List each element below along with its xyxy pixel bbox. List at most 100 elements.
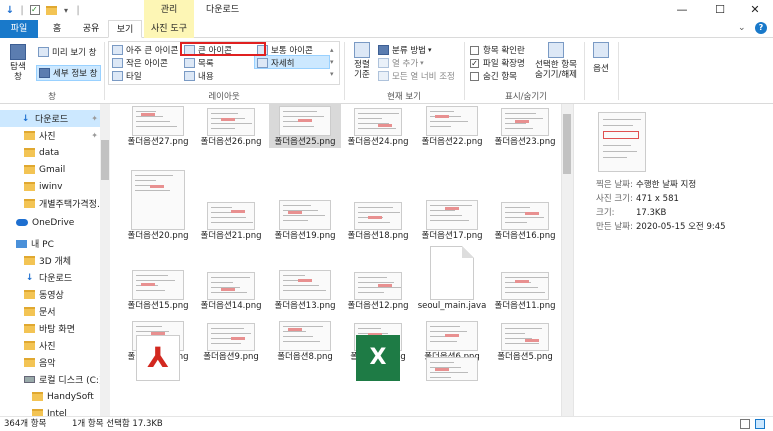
sidebar-item[interactable]: 사진 ✦ bbox=[0, 127, 100, 144]
size-all-columns-button[interactable]: 모든 열 너비 조정 bbox=[378, 70, 455, 82]
sidebar-item[interactable]: Intel bbox=[0, 405, 100, 416]
file-item[interactable]: ⅄ bbox=[122, 335, 194, 381]
sidebar-item[interactable]: 내 PC bbox=[0, 235, 100, 252]
preview-pane-label: 미리 보기 창 bbox=[52, 48, 97, 58]
nav-scrollbar-thumb[interactable] bbox=[101, 140, 109, 180]
layout-extra-large-icons[interactable]: 아주 큰 아이콘 bbox=[112, 44, 178, 56]
close-button[interactable]: ✕ bbox=[737, 0, 773, 20]
image-thumbnail bbox=[207, 108, 255, 136]
sidebar-item[interactable]: 개별주택가격정. bbox=[0, 195, 100, 212]
nav-pane-icon bbox=[10, 44, 26, 60]
file-item[interactable]: 폴더옵션15.png bbox=[122, 234, 194, 312]
sidebar-item[interactable]: 사진 bbox=[0, 337, 100, 354]
nav-pane-label: 탐색 창 bbox=[10, 62, 26, 82]
sidebar-item[interactable]: data bbox=[0, 144, 100, 161]
sidebar-item[interactable]: ↓ 다운로드 ✦ bbox=[0, 110, 100, 127]
new-folder-icon[interactable] bbox=[44, 3, 58, 17]
layout-list[interactable]: 목록 bbox=[184, 57, 214, 69]
details-view-icon[interactable] bbox=[740, 419, 750, 429]
large-icons-view-icon[interactable] bbox=[755, 419, 765, 429]
download-arrow-icon: ↓ bbox=[5, 4, 15, 16]
sidebar-item[interactable]: 로컬 디스크 (C:) bbox=[0, 371, 100, 388]
gallery-scroll-icon[interactable]: ▴ ▾ ▾ bbox=[330, 44, 334, 80]
layout-small-icons[interactable]: 작은 아이콘 bbox=[112, 57, 168, 69]
options-label: 옵션 bbox=[593, 64, 609, 74]
tab-home[interactable]: 홈 bbox=[42, 20, 72, 38]
content-scrollbar-thumb[interactable] bbox=[563, 114, 571, 174]
options-button[interactable]: 옵션 bbox=[590, 42, 612, 84]
file-item[interactable]: 폴더옵션19.png bbox=[269, 156, 341, 242]
file-item[interactable]: 폴더옵션5.png bbox=[489, 305, 561, 363]
file-item[interactable]: 폴더옵션25.png bbox=[269, 104, 341, 148]
file-item[interactable]: 폴더옵션21.png bbox=[195, 156, 267, 242]
file-extensions-toggle[interactable]: ✓ 파일 확장명 bbox=[470, 57, 525, 69]
folder-icon bbox=[32, 392, 43, 401]
sidebar-item[interactable]: 음악 bbox=[0, 354, 100, 371]
file-item[interactable]: 폴더옵션16.png bbox=[489, 156, 561, 242]
preview-pane-button[interactable]: 미리 보기 창 bbox=[38, 46, 97, 58]
file-item[interactable]: 폴더옵션27.png bbox=[122, 104, 194, 148]
hidden-items-toggle[interactable]: 숨긴 항목 bbox=[470, 70, 517, 82]
file-item[interactable]: 폴더옵션26.png bbox=[195, 104, 267, 148]
options-icon bbox=[593, 42, 609, 58]
file-item[interactable]: 폴더옵션20.png bbox=[122, 156, 194, 242]
sidebar-item[interactable]: ↓ 다운로드 bbox=[0, 269, 100, 286]
layout-content[interactable]: 내용 bbox=[184, 70, 214, 82]
sidebar-item[interactable]: Gmail bbox=[0, 161, 100, 178]
file-item[interactable]: 폴더옵션12.png bbox=[342, 234, 414, 312]
tab-file[interactable]: 파일 bbox=[0, 20, 38, 38]
sidebar-item[interactable]: HandySoft bbox=[0, 388, 100, 405]
sidebar-item[interactable]: 문서 bbox=[0, 303, 100, 320]
status-bar: 364개 항목 1개 항목 선택함 17.3KB bbox=[0, 416, 773, 431]
sidebar-item[interactable]: 동영상 bbox=[0, 286, 100, 303]
sidebar-item[interactable]: iwinv bbox=[0, 178, 100, 195]
layout-tiles[interactable]: 타일 bbox=[112, 70, 142, 82]
sidebar-item[interactable]: OneDrive bbox=[0, 214, 100, 231]
file-item[interactable]: 폴더옵션23.png bbox=[489, 104, 561, 148]
manage-tab[interactable]: 관리 bbox=[144, 0, 194, 20]
layout-details[interactable]: 자세히 bbox=[257, 57, 294, 69]
image-thumbnail bbox=[354, 272, 402, 300]
tab-view[interactable]: 보기 bbox=[108, 20, 142, 38]
group-by-button[interactable]: 분류 방법 ▾ bbox=[378, 44, 432, 56]
hide-selected-button[interactable]: 선택한 항목 숨기기/해제 bbox=[530, 42, 582, 86]
sort-by-button[interactable]: 정렬 기준 bbox=[350, 42, 374, 84]
file-item[interactable]: X bbox=[342, 335, 414, 381]
sidebar-item-label: Gmail bbox=[39, 164, 66, 175]
image-thumbnail bbox=[354, 108, 402, 136]
sidebar-item-label: 바탕 화면 bbox=[39, 325, 75, 335]
image-thumbnail bbox=[354, 202, 402, 230]
qat-dropdown-icon[interactable]: ▾ bbox=[60, 3, 72, 17]
item-checkboxes-toggle[interactable]: 항목 확인란 bbox=[470, 44, 525, 56]
nav-pane-button[interactable]: 탐색 창 bbox=[6, 44, 30, 82]
file-name: 폴더옵션5.png bbox=[497, 352, 553, 362]
add-columns-button[interactable]: 열 추가 ▾ bbox=[378, 57, 424, 69]
minimize-button[interactable]: — bbox=[664, 0, 700, 20]
pc-icon bbox=[16, 239, 27, 248]
onedrive-icon bbox=[16, 219, 28, 226]
file-item[interactable]: seoul_main.java bbox=[416, 234, 488, 312]
details-pane-label: 세부 정보 창 bbox=[53, 69, 98, 79]
folder-icon bbox=[32, 409, 43, 416]
details-pane-button[interactable]: 세부 정보 창 bbox=[36, 65, 101, 81]
file-item[interactable]: 폴더옵션22.png bbox=[416, 104, 488, 148]
properties-icon[interactable]: ✓ bbox=[28, 3, 42, 17]
file-item[interactable]: 폴더옵션8.png bbox=[269, 305, 341, 363]
tab-share[interactable]: 공유 bbox=[74, 20, 108, 38]
file-item[interactable]: 폴더옵션24.png bbox=[342, 104, 414, 148]
file-item[interactable]: 폴더옵션13.png bbox=[269, 234, 341, 312]
file-item[interactable]: 폴더옵션14.png bbox=[195, 234, 267, 312]
sidebar-item-label: 내 PC bbox=[31, 240, 54, 250]
tab-photo-tools[interactable]: 사진 도구 bbox=[144, 20, 194, 38]
file-item[interactable]: 폴더옵션18.png bbox=[342, 156, 414, 242]
maximize-button[interactable]: ☐ bbox=[702, 0, 738, 20]
image-thumbnail bbox=[426, 321, 478, 351]
sidebar-item[interactable]: 바탕 화면 bbox=[0, 320, 100, 337]
file-item[interactable]: 폴더옵션17.png bbox=[416, 156, 488, 242]
help-icon[interactable]: ? bbox=[755, 22, 767, 34]
ribbon-expand-icon[interactable]: ⌄ bbox=[738, 23, 746, 33]
sidebar-item[interactable]: 3D 개체 bbox=[0, 252, 100, 269]
file-item[interactable] bbox=[416, 355, 488, 381]
file-item[interactable]: 폴더옵션9.png bbox=[195, 305, 267, 363]
file-item[interactable]: 폴더옵션11.png bbox=[489, 234, 561, 312]
